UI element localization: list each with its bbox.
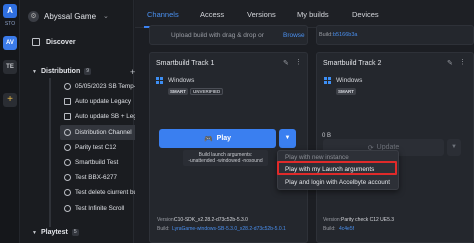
chevron-down-icon: ▼ bbox=[451, 144, 457, 150]
channel-label: 05/05/2023 SB Temp-Fix bbox=[75, 83, 145, 91]
channel-icon bbox=[64, 83, 71, 91]
section-label: Playtest bbox=[40, 229, 68, 236]
auto-update-icon bbox=[64, 98, 71, 106]
auto-update-icon bbox=[64, 113, 71, 121]
channel-icon bbox=[64, 143, 71, 151]
add-workspace-button[interactable]: + bbox=[3, 93, 17, 107]
channel-icon bbox=[64, 189, 71, 197]
section-label: Distribution bbox=[40, 68, 81, 75]
play-options-dropdown[interactable]: ▼ bbox=[279, 129, 296, 148]
tree-line bbox=[49, 78, 51, 227]
channel-icon bbox=[64, 174, 71, 182]
smart-badge: SMART bbox=[336, 88, 356, 95]
workspace-rail: A STO AV TE + bbox=[0, 0, 20, 243]
highlight-box bbox=[277, 161, 397, 175]
tab-devices[interactable]: Devices bbox=[352, 10, 379, 19]
platform-label: Windows bbox=[168, 77, 195, 84]
gamepad-icon: 🎮 bbox=[203, 135, 213, 143]
version-label: Version: bbox=[323, 217, 342, 223]
top-nav: Channels Access Versions My builds Devic… bbox=[135, 0, 474, 28]
build-card: Build: b5166b3a bbox=[316, 25, 474, 45]
windows-icon bbox=[156, 77, 163, 84]
channel-icon bbox=[64, 159, 71, 167]
play-button[interactable]: 🎮 Play bbox=[159, 129, 276, 148]
build-value[interactable]: b5166b3a bbox=[333, 32, 357, 38]
channel-label: Parity test C12 bbox=[75, 143, 117, 151]
version-value: Parity check C12 UE5.3 bbox=[341, 217, 395, 223]
caret-down-icon: ▼ bbox=[32, 229, 37, 236]
channel-label: Test delete ciurrent build bbox=[75, 189, 144, 197]
channel-label: Distribution Channel bbox=[75, 128, 132, 136]
version-value: C10-SDK_x2.28.2-d73c52b-5.3.0 bbox=[174, 217, 248, 223]
sidebar-item-discover[interactable]: Discover bbox=[32, 38, 76, 46]
channel-label: Auto update Legacy bbox=[75, 98, 132, 106]
channel-label: Test BBX-6277 bbox=[75, 174, 118, 182]
channel-card-track1: Smartbuild Track 1 ✎ ⋮ Windows SMART UNV… bbox=[149, 52, 308, 243]
channel-label: Smartbuild Test bbox=[75, 159, 119, 167]
build-label: Build: bbox=[157, 226, 170, 232]
org-name: Abyssal Game bbox=[44, 11, 97, 21]
channels-board: Upload build with drag & drop or Browse … bbox=[135, 25, 474, 243]
more-icon[interactable]: ⋮ bbox=[295, 58, 302, 66]
tab-access[interactable]: Access bbox=[200, 10, 224, 19]
windows-icon bbox=[324, 77, 331, 84]
edit-icon[interactable]: ✎ bbox=[447, 59, 453, 67]
workspace-te[interactable]: TE bbox=[3, 60, 17, 74]
build-label: Build: bbox=[319, 32, 333, 38]
platform-label: Windows bbox=[336, 77, 363, 84]
menu-item-accelbyte-login[interactable]: Play and login with Accelbyte account bbox=[285, 179, 390, 186]
discover-icon bbox=[32, 38, 40, 46]
upload-card: Upload build with drag & drop or Browse bbox=[149, 25, 308, 45]
app-window: A STO AV TE + ⚙ Abyssal Game ⌄ Discover … bbox=[0, 0, 474, 243]
section-distribution[interactable]: ▼ Distribution 9 + bbox=[32, 67, 135, 77]
tab-versions[interactable]: Versions bbox=[247, 10, 276, 19]
edit-icon[interactable]: ✎ bbox=[283, 59, 289, 67]
tab-my-builds[interactable]: My builds bbox=[297, 10, 329, 19]
sidebar: ⚙ Abyssal Game ⌄ Discover ▼ Distribution… bbox=[20, 0, 153, 243]
section-count-badge: 5 bbox=[71, 229, 79, 236]
menu-item-new-instance: Play with new instance bbox=[285, 154, 349, 161]
chevron-down-icon: ⌄ bbox=[103, 13, 109, 20]
org-avatar-icon: ⚙ bbox=[28, 10, 39, 22]
workspace-av[interactable]: AV bbox=[3, 36, 17, 50]
build-label: Build: bbox=[323, 226, 336, 232]
app-logo-icon: A bbox=[3, 4, 17, 18]
channel-icon bbox=[64, 128, 71, 136]
channel-card-track2: Smartbuild Track 2 ✎ ⋮ Windows SMART 0 B… bbox=[316, 52, 474, 243]
tab-channels[interactable]: Channels bbox=[147, 10, 179, 19]
upload-hint: Upload build with drag & drop or bbox=[171, 32, 264, 39]
channel-label: Test Infinite Scroll bbox=[75, 204, 125, 212]
card-title: Smartbuild Track 2 bbox=[323, 60, 382, 67]
launch-args-tooltip: Build launch arguments: -unattended -win… bbox=[183, 150, 268, 166]
play-label: Play bbox=[216, 135, 232, 142]
update-options-dropdown[interactable]: ▼ bbox=[447, 139, 461, 156]
more-icon[interactable]: ⋮ bbox=[459, 58, 466, 66]
section-count-badge: 9 bbox=[84, 68, 92, 75]
section-playtest[interactable]: ▼ Playtest 5 bbox=[32, 229, 79, 236]
build-link[interactable]: LyraGame-windows-SB-5.3.0_x28.2-d73c52b-… bbox=[172, 226, 292, 233]
rail-label: STO bbox=[4, 21, 16, 27]
channel-icon bbox=[64, 204, 71, 212]
unverified-badge: UNVERIFIED bbox=[190, 88, 224, 95]
build-link[interactable]: 4c4e5f bbox=[339, 226, 354, 232]
discover-label: Discover bbox=[46, 38, 76, 46]
org-switcher[interactable]: ⚙ Abyssal Game ⌄ bbox=[28, 9, 109, 23]
caret-down-icon: ▼ bbox=[32, 68, 37, 75]
chevron-down-icon: ▼ bbox=[284, 135, 291, 141]
browse-link[interactable]: Browse bbox=[283, 32, 305, 39]
tooltip-args: -unattended -windowed -nosound bbox=[188, 158, 263, 164]
smart-badge: SMART bbox=[168, 88, 188, 95]
card-title: Smartbuild Track 1 bbox=[156, 60, 215, 67]
version-label: Version: bbox=[157, 217, 176, 223]
